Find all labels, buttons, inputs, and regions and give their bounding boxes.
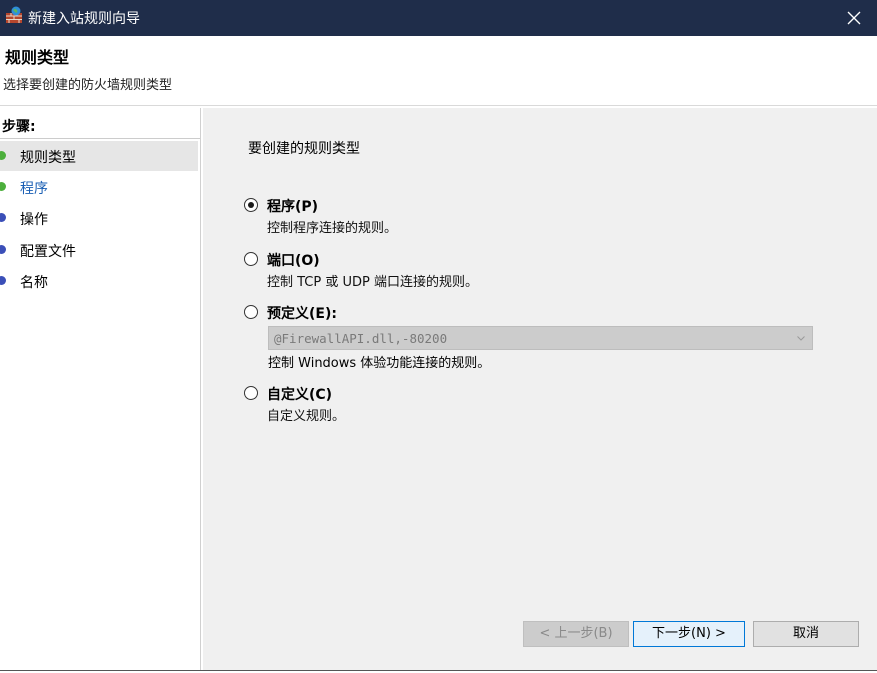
- step-done-dot-icon: [0, 182, 6, 191]
- step-done-dot-icon: [0, 151, 6, 160]
- wizard-header: 规则类型 选择要创建的防火墙规则类型: [0, 36, 877, 106]
- page-title: 规则类型: [5, 48, 70, 67]
- step-pending-dot-icon: [0, 276, 6, 285]
- radio-port[interactable]: [244, 252, 258, 266]
- close-icon: [847, 11, 861, 25]
- next-button[interactable]: 下一步(N) >: [633, 621, 745, 647]
- title-bar: 新建入站规则向导: [0, 0, 877, 36]
- radio-program[interactable]: [244, 198, 258, 212]
- steps-heading: 步骤:: [2, 119, 36, 135]
- step-program[interactable]: 程序: [0, 172, 198, 202]
- step-action: 操作: [0, 203, 198, 233]
- rule-type-question: 要创建的规则类型: [248, 141, 360, 157]
- chevron-down-icon: [797, 336, 805, 341]
- step-label: 规则类型: [20, 150, 76, 166]
- step-profile: 配置文件: [0, 235, 198, 265]
- option-description: 自定义规则。: [267, 409, 346, 424]
- radio-predefined[interactable]: [244, 305, 258, 319]
- step-label: 操作: [20, 212, 48, 228]
- radio-custom[interactable]: [244, 386, 258, 400]
- step-label: 程序: [20, 181, 48, 197]
- firewall-brick-globe-icon: [6, 6, 22, 23]
- main-panel: 要创建的规则类型 程序(P) 控制程序连接的规则。 端口(O) 控制 TCP 或…: [203, 108, 877, 671]
- close-button[interactable]: [831, 0, 877, 36]
- option-label[interactable]: 程序(P): [267, 196, 318, 216]
- page-subtitle: 选择要创建的防火墙规则类型: [3, 78, 173, 93]
- window-bottom-border: [0, 670, 877, 671]
- predefined-description: 控制 Windows 体验功能连接的规则。: [268, 356, 491, 371]
- step-pending-dot-icon: [0, 213, 6, 222]
- step-label: 名称: [20, 275, 48, 291]
- option-description: 控制 TCP 或 UDP 端口连接的规则。: [267, 275, 478, 290]
- option-label[interactable]: 自定义(C): [267, 384, 332, 404]
- cancel-button[interactable]: 取消: [753, 621, 859, 647]
- steps-panel: 步骤: 规则类型 程序 操作 配置文件 名称: [0, 108, 201, 671]
- back-button[interactable]: < 上一步(B): [523, 621, 629, 647]
- step-name: 名称: [0, 266, 198, 296]
- predefined-select: @FirewallAPI.dll,-80200: [268, 326, 813, 350]
- steps-divider: [0, 138, 200, 139]
- step-rule-type[interactable]: 规则类型: [0, 141, 198, 171]
- step-label: 配置文件: [20, 244, 76, 260]
- option-description: 控制程序连接的规则。: [267, 221, 398, 236]
- option-label[interactable]: 端口(O): [267, 250, 320, 270]
- predefined-select-value: @FirewallAPI.dll,-80200: [274, 331, 448, 346]
- window-title: 新建入站规则向导: [28, 11, 140, 27]
- step-pending-dot-icon: [0, 245, 6, 254]
- option-label[interactable]: 预定义(E):: [267, 303, 337, 323]
